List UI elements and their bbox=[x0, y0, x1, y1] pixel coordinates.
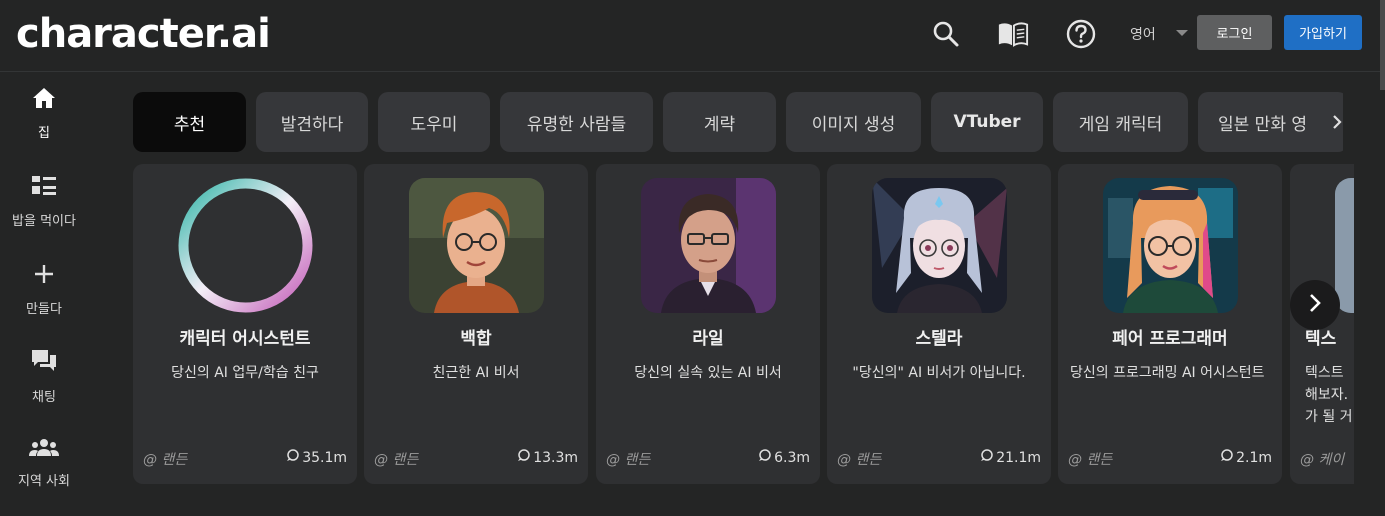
chevron-right-icon bbox=[1307, 292, 1323, 318]
chat-bubble-icon bbox=[1220, 449, 1233, 466]
top-header: character.ai 영어 로그인 가입하기 bbox=[0, 0, 1385, 72]
tab-game-characters[interactable]: 게임 캐릭터 bbox=[1053, 92, 1188, 152]
character-carousel: 캐릭터 어시스턴트 당신의 AI 업무/학습 친구 @ 랜든 35.1m 백합 bbox=[133, 164, 1354, 484]
character-author: @ 랜든 bbox=[837, 452, 882, 468]
sidebar-item-community[interactable]: 지역 사회 bbox=[0, 438, 88, 489]
tab-image-generation[interactable]: 이미지 생성 bbox=[786, 92, 921, 152]
chat-bubble-icon bbox=[758, 449, 771, 466]
scrollbar[interactable] bbox=[1380, 0, 1385, 90]
plus-icon bbox=[32, 262, 56, 290]
character-avatar bbox=[641, 178, 776, 313]
character-author: @ 랜든 bbox=[374, 452, 419, 468]
sidebar-item-label: 만들다 bbox=[26, 302, 62, 317]
chat-count: 35.1m bbox=[286, 449, 347, 466]
carousel-next-button[interactable] bbox=[1290, 280, 1340, 330]
chat-count: 2.1m bbox=[1220, 449, 1272, 466]
tab-discover[interactable]: 발견하다 bbox=[256, 92, 368, 152]
chevron-right-icon[interactable] bbox=[1324, 108, 1350, 136]
chat-bubble-icon bbox=[517, 449, 530, 466]
login-button[interactable]: 로그인 bbox=[1197, 15, 1272, 50]
character-avatar bbox=[872, 178, 1007, 313]
book-icon[interactable] bbox=[997, 18, 1029, 50]
category-tabs: 추천 발견하다 도우미 유명한 사람들 계략 이미지 생성 VTuber 게임 … bbox=[133, 92, 1343, 152]
character-description: 텍스트 해보자. 가 될 거 bbox=[1305, 365, 1353, 425]
signup-button[interactable]: 가입하기 bbox=[1284, 15, 1362, 50]
help-icon[interactable] bbox=[1065, 18, 1097, 50]
character-description: 당신의 AI 업무/학습 친구 bbox=[171, 365, 319, 381]
character-author: @ 랜든 bbox=[143, 452, 188, 468]
character-name: 라일 bbox=[692, 329, 724, 349]
chevron-down-icon[interactable] bbox=[1176, 30, 1188, 36]
character-avatar bbox=[1103, 178, 1238, 313]
tab-famous-people[interactable]: 유명한 사람들 bbox=[500, 92, 653, 152]
chat-count: 21.1m bbox=[980, 449, 1041, 466]
tab-anime[interactable]: 일본 만화 영 bbox=[1198, 92, 1343, 152]
character-name: 스텔라 bbox=[915, 329, 963, 349]
sidebar-item-label: 집 bbox=[38, 126, 50, 141]
character-description: 당신의 실속 있는 AI 비서 bbox=[634, 365, 782, 381]
character-avatar bbox=[1335, 178, 1354, 313]
sidebar-item-chat[interactable]: 채팅 bbox=[0, 348, 88, 405]
character-description: "당신의" AI 비서가 아닙니다. bbox=[852, 365, 1026, 381]
character-author: @ 랜든 bbox=[606, 452, 651, 468]
tab-recommended[interactable]: 추천 bbox=[133, 92, 246, 152]
chat-icon bbox=[30, 348, 58, 378]
sidebar-item-label: 밥을 먹이다 bbox=[12, 214, 76, 229]
chat-count: 13.3m bbox=[517, 449, 578, 466]
character-description: 당신의 프로그래밍 AI 어시스턴트 bbox=[1070, 365, 1265, 381]
character-name: 캐릭터 어시스턴트 bbox=[179, 329, 311, 349]
character-description: 친근한 AI 비서 bbox=[432, 365, 520, 381]
sidebar-item-label: 지역 사회 bbox=[18, 474, 70, 489]
sidebar-item-feed[interactable]: 밥을 먹이다 bbox=[0, 174, 88, 229]
character-author: @ 케이 bbox=[1300, 452, 1345, 468]
home-icon bbox=[31, 86, 57, 114]
character-avatar bbox=[409, 178, 544, 313]
character-card[interactable]: 라일 당신의 실속 있는 AI 비서 @ 랜든 6.3m bbox=[596, 164, 820, 484]
chat-bubble-icon bbox=[980, 449, 993, 466]
character-card[interactable]: 스텔라 "당신의" AI 비서가 아닙니다. @ 랜든 21.1m bbox=[827, 164, 1051, 484]
chat-bubble-icon bbox=[286, 449, 299, 466]
chat-count: 6.3m bbox=[758, 449, 810, 466]
tab-scheme[interactable]: 계략 bbox=[663, 92, 776, 152]
sidebar-item-create[interactable]: 만들다 bbox=[0, 262, 88, 317]
sidebar-item-home[interactable]: 집 bbox=[0, 86, 88, 141]
character-card[interactable]: 백합 친근한 AI 비서 @ 랜든 13.3m bbox=[364, 164, 588, 484]
tab-vtuber[interactable]: VTuber bbox=[931, 92, 1043, 152]
search-icon[interactable] bbox=[930, 18, 962, 50]
feed-icon bbox=[31, 174, 57, 202]
logo[interactable]: character.ai bbox=[16, 8, 271, 60]
character-name: 백합 bbox=[460, 329, 492, 349]
character-card[interactable]: 캐릭터 어시스턴트 당신의 AI 업무/학습 친구 @ 랜든 35.1m bbox=[133, 164, 357, 484]
character-card[interactable]: 페어 프로그래머 당신의 프로그래밍 AI 어시스턴트 @ 랜든 2.1m bbox=[1058, 164, 1282, 484]
character-author: @ 랜든 bbox=[1068, 452, 1113, 468]
tab-helpers[interactable]: 도우미 bbox=[378, 92, 490, 152]
community-icon bbox=[28, 438, 60, 462]
language-select[interactable]: 영어 bbox=[1130, 24, 1156, 44]
character-avatar bbox=[178, 178, 313, 313]
sidebar-item-label: 채팅 bbox=[32, 390, 56, 405]
character-name: 페어 프로그래머 bbox=[1112, 329, 1228, 349]
